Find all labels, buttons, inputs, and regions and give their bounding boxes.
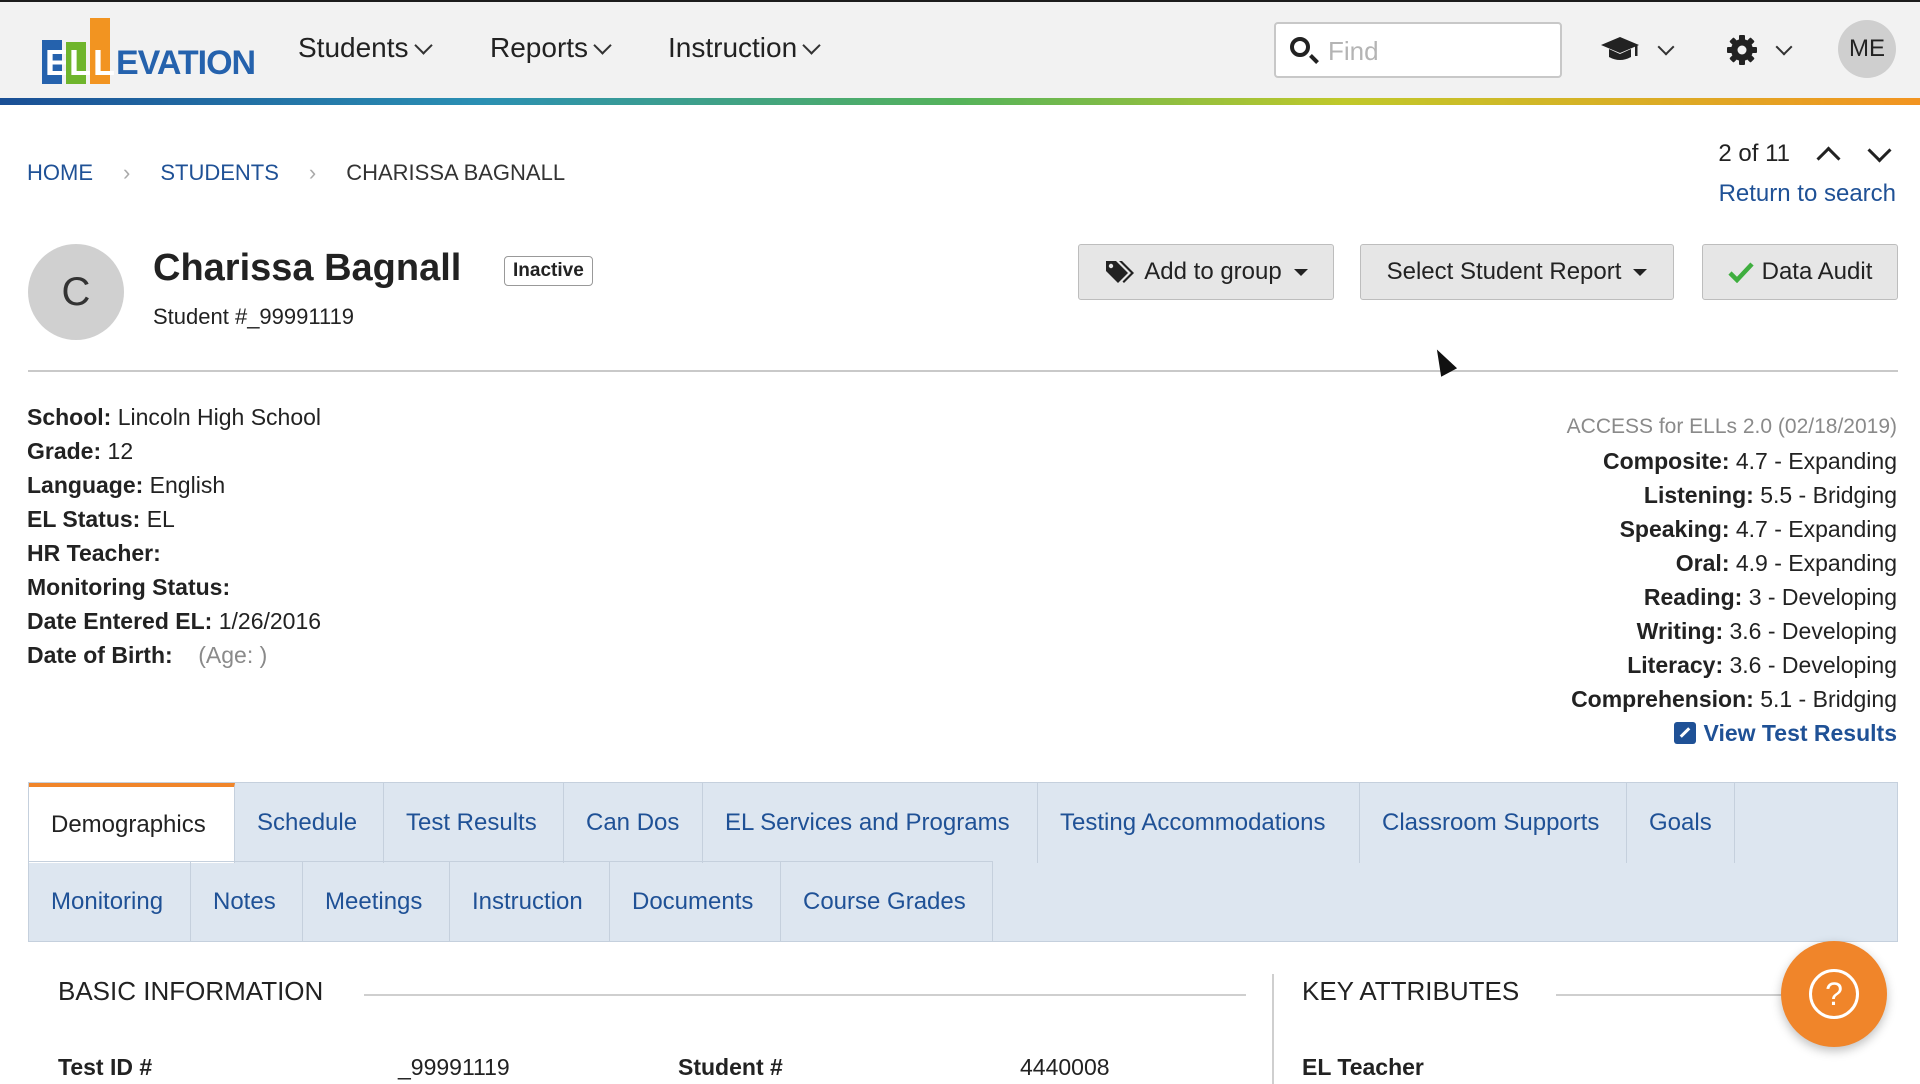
breadcrumb-home-link[interactable]: HOME xyxy=(27,160,93,186)
score-oral: Oral: 4.9 - Expanding xyxy=(1675,550,1897,576)
student-avatar: C xyxy=(28,244,124,340)
caret-down-icon xyxy=(1633,268,1648,276)
check-icon xyxy=(1728,262,1754,283)
select-student-report-button[interactable]: Select Student Report xyxy=(1360,244,1674,300)
score-composite: Composite: 4.7 - Expanding xyxy=(1602,448,1897,474)
tab-goals[interactable]: Goals xyxy=(1627,783,1735,863)
info-language: Language: English xyxy=(27,472,226,498)
search-box xyxy=(1274,22,1562,78)
info-el-status: EL Status: EL xyxy=(27,506,175,532)
info-school: School: Lincoln High School xyxy=(27,404,322,430)
tags-icon xyxy=(1106,261,1135,283)
external-link-icon xyxy=(1673,722,1696,744)
add-to-group-button[interactable]: Add to group xyxy=(1078,244,1334,300)
score-comprehension: Comprehension: 5.1 - Bridging xyxy=(1571,686,1897,712)
breadcrumb-current: CHARISSA BAGNALL xyxy=(346,160,566,185)
info-monitoring-status: Monitoring Status: xyxy=(27,574,231,600)
info-date-of-birth: Date of Birth: (Age: ) xyxy=(27,642,268,668)
logo-letter-l2: L xyxy=(93,42,115,83)
breadcrumb-separator: › xyxy=(308,160,317,185)
nav-students-label: Students xyxy=(298,32,409,63)
info-grade: Grade: 12 xyxy=(27,438,134,464)
test-id-label: Test ID # xyxy=(58,1054,153,1080)
add-to-group-label: Add to group xyxy=(1144,258,1282,285)
settings-menu-button[interactable] xyxy=(1726,30,1793,70)
ellevation-logo[interactable]: E L L EVATION xyxy=(42,16,256,86)
tab-instruction[interactable]: Instruction xyxy=(450,861,610,941)
gear-icon xyxy=(1727,35,1757,65)
score-listening: Listening: 5.5 - Bridging xyxy=(1643,482,1897,508)
tab-testing-accommodations[interactable]: Testing Accommodations xyxy=(1038,783,1360,863)
search-icon xyxy=(1290,37,1310,57)
record-pager: 2 of 11 xyxy=(1718,137,1892,171)
breadcrumb: HOME › STUDENTS › CHARISSA BAGNALL xyxy=(27,160,565,186)
section-rule xyxy=(364,994,1246,996)
data-audit-button[interactable]: Data Audit xyxy=(1702,244,1898,300)
tab-el-services[interactable]: EL Services and Programs xyxy=(703,783,1038,863)
key-attributes-title: KEY ATTRIBUTES xyxy=(1302,976,1520,1006)
chevron-down-icon xyxy=(802,35,821,55)
score-reading: Reading: 3 - Developing xyxy=(1643,584,1897,610)
breadcrumb-students-link[interactable]: STUDENTS xyxy=(160,160,279,186)
top-nav-bar: E L L EVATION Students Reports Instructi… xyxy=(0,0,1920,100)
user-avatar[interactable]: ME xyxy=(1838,20,1896,78)
search-input[interactable] xyxy=(1326,32,1550,70)
nav-instruction-menu[interactable]: Instruction xyxy=(668,32,821,64)
score-speaking: Speaking: 4.7 - Expanding xyxy=(1619,516,1897,542)
select-report-label: Select Student Report xyxy=(1386,258,1622,285)
view-test-results-link[interactable]: View Test Results xyxy=(1567,716,1897,750)
info-hr-teacher: HR Teacher: xyxy=(27,540,161,566)
student-number-value: 4440008 xyxy=(1020,1054,1110,1080)
chevron-down-icon xyxy=(1657,38,1675,56)
score-literacy: Literacy: 3.6 - Developing xyxy=(1627,652,1897,678)
tab-course-grades[interactable]: Course Grades xyxy=(781,861,993,941)
status-badge: Inactive xyxy=(504,256,593,286)
chevron-down-icon[interactable] xyxy=(1867,137,1892,163)
tab-test-results[interactable]: Test Results xyxy=(384,783,564,863)
header-divider xyxy=(28,370,1898,372)
chevron-down-icon xyxy=(593,35,612,55)
profile-tabs: Demographics Schedule Test Results Can D… xyxy=(28,782,1898,942)
tab-classroom-supports[interactable]: Classroom Supports xyxy=(1360,783,1627,863)
question-icon: ? xyxy=(1809,969,1859,1019)
test-id-value: _99991119 xyxy=(398,1054,510,1080)
logo-text: EVATION xyxy=(116,44,256,82)
tab-notes[interactable]: Notes xyxy=(191,861,303,941)
access-scores: ACCESS for ELLs 2.0 (02/18/2019) Composi… xyxy=(1567,410,1897,750)
graduation-menu-button[interactable] xyxy=(1600,30,1675,70)
student-info-list: School: Lincoln High School Grade: 12 La… xyxy=(27,400,321,672)
access-header: ACCESS for ELLs 2.0 (02/18/2019) xyxy=(1566,415,1897,438)
tab-demographics[interactable]: Demographics xyxy=(29,783,235,863)
mouse-cursor-icon xyxy=(1428,345,1458,377)
nav-reports-menu[interactable]: Reports xyxy=(490,32,612,64)
tab-monitoring[interactable]: Monitoring xyxy=(29,861,191,941)
color-stripe xyxy=(0,98,1920,105)
chevron-down-icon xyxy=(1775,38,1793,56)
graduation-cap-icon xyxy=(1601,37,1639,60)
caret-down-icon xyxy=(1293,268,1308,276)
nav-reports-label: Reports xyxy=(490,32,589,63)
logo-letter-l1: L xyxy=(69,42,91,83)
chevron-up-icon[interactable] xyxy=(1816,145,1841,171)
tab-meetings[interactable]: Meetings xyxy=(303,861,450,941)
student-name: Charissa Bagnall xyxy=(153,247,462,289)
nav-students-menu[interactable]: Students xyxy=(298,32,433,64)
return-to-search-link[interactable]: Return to search xyxy=(1719,180,1896,208)
section-divider xyxy=(1272,974,1274,1084)
help-button[interactable]: ? xyxy=(1781,941,1887,1047)
student-number-label: Student # xyxy=(678,1054,783,1080)
basic-information-title: BASIC INFORMATION xyxy=(58,976,324,1006)
student-number: Student #_99991119 xyxy=(153,304,355,329)
el-teacher-label: EL Teacher xyxy=(1302,1054,1424,1080)
info-date-entered-el: Date Entered EL: 1/26/2016 xyxy=(27,608,322,634)
tab-documents[interactable]: Documents xyxy=(610,861,781,941)
data-audit-label: Data Audit xyxy=(1761,258,1873,285)
pager-position: 2 of 11 xyxy=(1718,140,1790,167)
tab-schedule[interactable]: Schedule xyxy=(235,783,384,863)
chevron-down-icon xyxy=(413,35,433,55)
nav-instruction-label: Instruction xyxy=(668,32,798,63)
tab-can-dos[interactable]: Can Dos xyxy=(564,783,703,863)
breadcrumb-separator: › xyxy=(123,160,131,185)
score-writing: Writing: 3.6 - Developing xyxy=(1636,618,1897,644)
